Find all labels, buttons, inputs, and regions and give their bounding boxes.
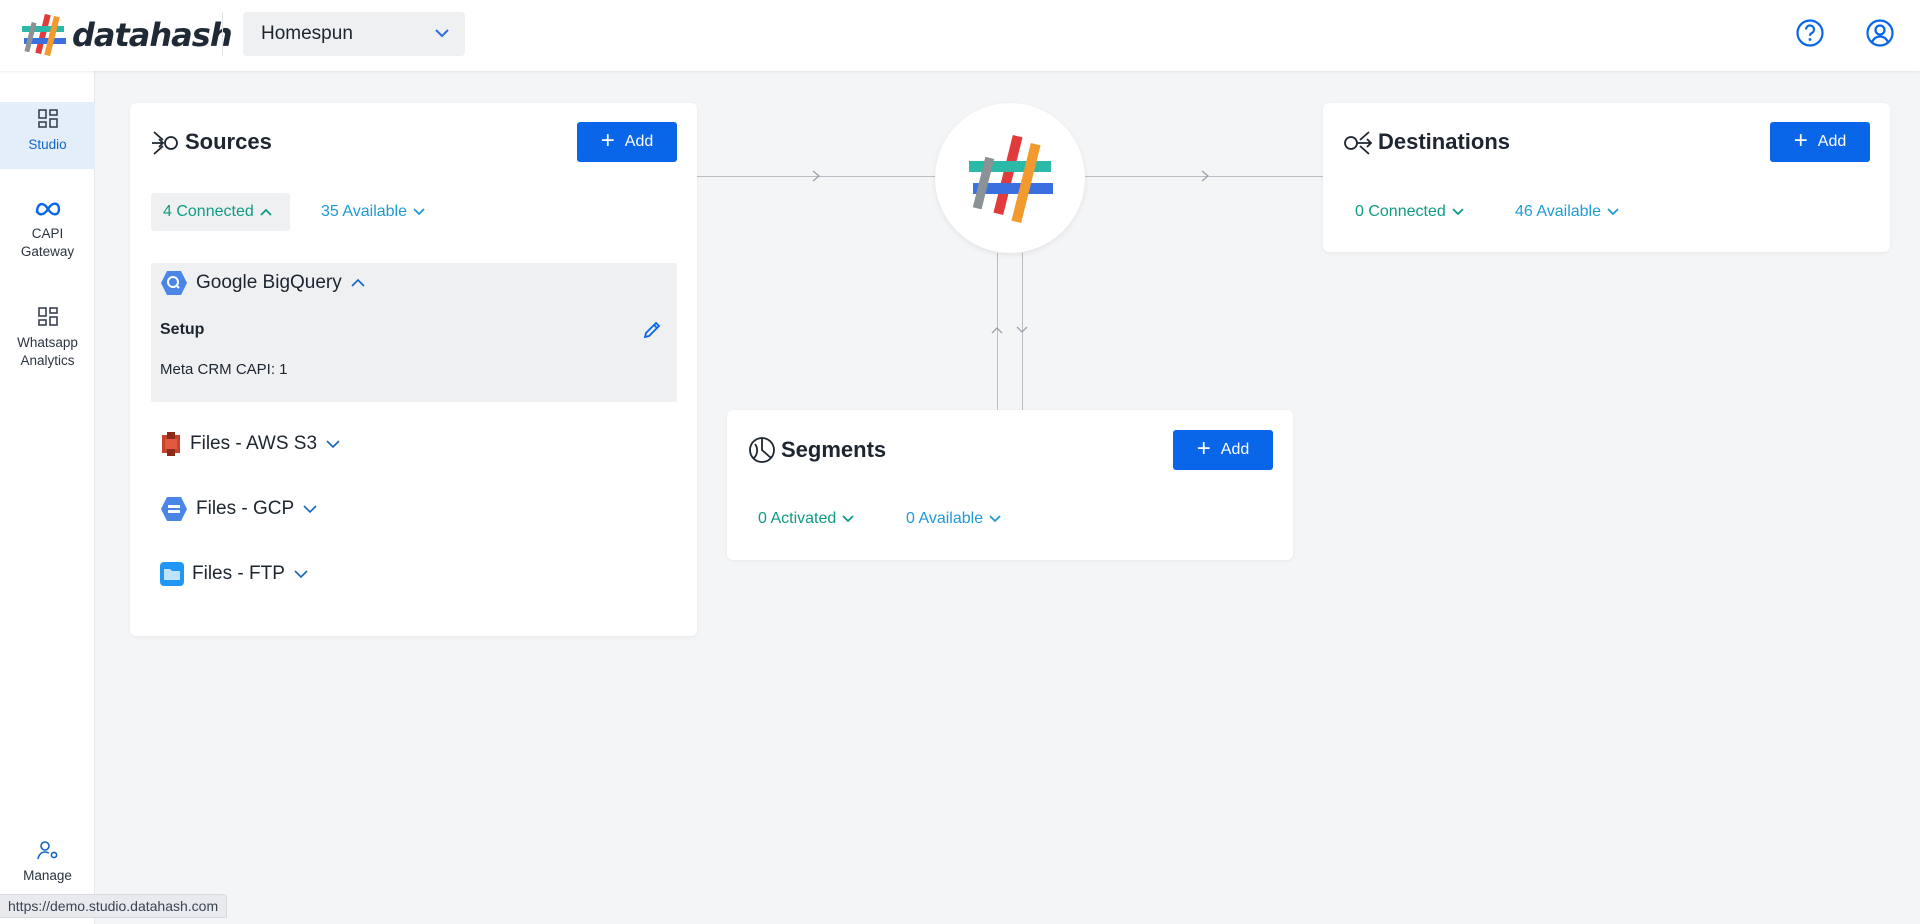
divider (222, 12, 223, 56)
destinations-available-toggle[interactable]: 46 Available (1503, 193, 1631, 231)
chevron-down-icon (1016, 326, 1028, 333)
chevron-right-icon (1201, 170, 1210, 182)
sidebar: Studio CAPI Gateway Whatsapp Analytics M… (0, 71, 95, 924)
sidebar-item-label: Manage (23, 868, 72, 883)
destinations-icon (1344, 131, 1373, 155)
status-bar-url: https://demo.studio.datahash.com (0, 894, 228, 918)
segments-icon (749, 437, 775, 463)
add-destination-button[interactable]: + Add (1770, 122, 1870, 162)
sidebar-item-capi-gateway[interactable]: CAPI Gateway (0, 199, 95, 261)
bigquery-icon (161, 271, 187, 295)
connected-count: 4 Connected (163, 203, 254, 220)
destinations-title: Destinations (1378, 129, 1511, 154)
source-name: Files - FTP (192, 563, 285, 584)
chevron-down-icon (303, 505, 317, 514)
dashboard-icon (37, 307, 58, 326)
setup-detail: Meta CRM CAPI: 1 (160, 361, 288, 378)
add-label: Add (1817, 133, 1847, 150)
available-count: 0 Available (906, 510, 984, 527)
chevron-down-icon (1607, 208, 1619, 216)
plus-icon: + (600, 127, 615, 154)
source-name: Files - GCP (196, 498, 295, 519)
destinations-connected-toggle[interactable]: 0 Connected (1343, 193, 1476, 231)
chevron-down-icon (989, 515, 1001, 523)
source-item-files-gcp[interactable]: Files - GCP (160, 496, 318, 522)
sidebar-item-whatsapp-analytics[interactable]: Whatsapp Analytics (0, 306, 95, 370)
sidebar-item-label: Whatsapp Analytics (17, 335, 78, 368)
user-gear-icon (36, 841, 57, 860)
source-item-files-ftp[interactable]: Files - FTP (160, 561, 309, 587)
datahash-hub (935, 103, 1085, 253)
source-name: Files - AWS S3 (190, 433, 318, 454)
chevron-up-icon (351, 278, 365, 287)
chevron-down-icon (326, 440, 340, 449)
segments-available-toggle[interactable]: 0 Available (894, 500, 1013, 538)
source-item-files-aws-s3[interactable]: Files - AWS S3 (160, 431, 341, 457)
sidebar-item-studio[interactable]: Studio (0, 102, 95, 169)
edit-pencil-icon[interactable] (642, 320, 662, 340)
chevron-up-icon (260, 208, 272, 216)
sources-available-toggle[interactable]: 35 Available (309, 193, 437, 231)
sidebar-item-label: CAPI Gateway (20, 226, 75, 259)
meta-icon (35, 202, 60, 216)
workspace-select[interactable]: Homespun (243, 12, 465, 56)
sidebar-item-manage[interactable]: Manage (0, 839, 95, 885)
chevron-down-icon (435, 29, 449, 38)
add-segment-button[interactable]: + Add (1173, 430, 1273, 470)
sources-title: Sources (185, 129, 272, 154)
workspace-name: Homespun (261, 23, 353, 44)
plus-icon: + (1196, 435, 1211, 462)
user-account-icon[interactable] (1865, 18, 1895, 48)
plus-icon: + (1793, 127, 1808, 154)
top-bar: datahash Homespun (0, 0, 1920, 71)
datahash-logo[interactable]: datahash (20, 12, 233, 58)
add-source-button[interactable]: + Add (577, 122, 677, 162)
source-item-google-bigquery[interactable]: Google BigQuery (160, 270, 366, 296)
sources-icon (152, 131, 178, 155)
available-count: 35 Available (321, 203, 407, 220)
source-name: Google BigQuery (196, 272, 342, 293)
dashboard-icon (37, 109, 58, 128)
connected-count: 0 Connected (1355, 203, 1446, 220)
sources-connected-toggle[interactable]: 4 Connected (151, 193, 290, 231)
hash-logo-icon (22, 13, 66, 57)
sidebar-item-label: Studio (28, 137, 67, 152)
chevron-right-icon (812, 170, 821, 182)
add-label: Add (624, 133, 654, 150)
folder-icon (160, 562, 184, 586)
segments-title: Segments (781, 437, 887, 462)
gcp-storage-icon (161, 497, 187, 521)
activated-count: 0 Activated (758, 510, 837, 527)
setup-label: Setup (160, 321, 205, 338)
logo-text: datahash (72, 16, 233, 54)
aws-s3-icon (162, 432, 180, 456)
add-label: Add (1220, 441, 1250, 458)
chevron-up-icon (991, 327, 1003, 334)
help-icon[interactable] (1795, 18, 1825, 48)
chevron-down-icon (1452, 208, 1464, 216)
hash-logo-icon (969, 134, 1053, 224)
chevron-down-icon (294, 570, 308, 579)
chevron-down-icon (413, 208, 425, 216)
available-count: 46 Available (1515, 203, 1601, 220)
chevron-down-icon (842, 515, 854, 523)
segments-activated-toggle[interactable]: 0 Activated (746, 500, 866, 538)
